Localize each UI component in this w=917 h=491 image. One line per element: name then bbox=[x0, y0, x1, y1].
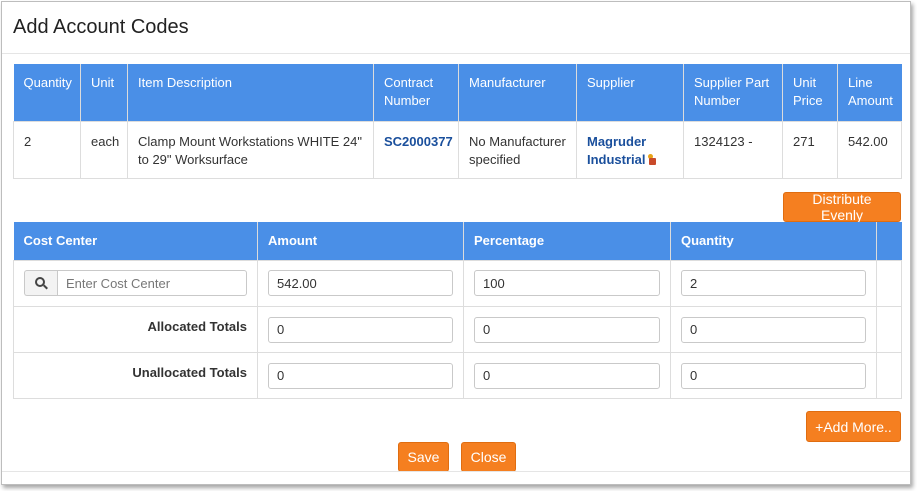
col-amount: Amount bbox=[257, 222, 464, 260]
cell-unit: each bbox=[80, 120, 128, 179]
unallocated-totals-row: Unallocated Totals bbox=[13, 351, 902, 399]
cell-quantity: 2 bbox=[13, 120, 81, 179]
add-more-button[interactable]: +Add More.. bbox=[806, 411, 901, 442]
modal-title: Add Account Codes bbox=[13, 16, 189, 38]
cell-percentage bbox=[463, 259, 671, 307]
search-icon bbox=[34, 276, 48, 290]
contract-number-link[interactable]: SC2000377 bbox=[384, 134, 453, 149]
cell-amount bbox=[257, 259, 464, 307]
col-manufacturer: Manufacturer bbox=[458, 64, 577, 121]
col-supplier: Supplier bbox=[576, 64, 684, 121]
cell-unallocated-quantity bbox=[670, 351, 877, 399]
cell-contract-number: SC2000377 bbox=[373, 120, 459, 179]
save-button[interactable]: Save bbox=[398, 442, 449, 472]
allocated-amount-input[interactable] bbox=[268, 316, 453, 343]
cost-center-table: Cost Center Amount Percentage Quantity E… bbox=[13, 222, 902, 399]
col-contract-number: Contract Number bbox=[373, 64, 459, 121]
col-quantity: Quantity bbox=[670, 222, 877, 260]
cell-empty bbox=[876, 351, 902, 399]
modal-header: Add Account Codes bbox=[2, 2, 910, 54]
cell-unallocated-percentage bbox=[463, 351, 671, 399]
close-button[interactable]: Close bbox=[461, 442, 516, 472]
items-header-row: Quantity Unit Item Description Contract … bbox=[13, 64, 902, 121]
cell-supplier: Magruder Industrial bbox=[576, 120, 684, 179]
cell-cost-center-search bbox=[13, 259, 258, 307]
cell-empty bbox=[876, 305, 902, 353]
footer-divider bbox=[2, 471, 910, 472]
add-account-codes-modal: Add Account Codes Quantity Unit Item Des… bbox=[1, 1, 911, 485]
col-empty bbox=[876, 222, 902, 260]
supplier-link[interactable]: Magruder Industrial bbox=[587, 134, 646, 167]
unallocated-totals-label: Unallocated Totals bbox=[13, 351, 258, 399]
cost-center-header-row: Cost Center Amount Percentage Quantity bbox=[13, 222, 902, 260]
unallocated-quantity-input[interactable] bbox=[681, 362, 866, 389]
cell-unit-price: 271 bbox=[782, 120, 838, 179]
cell-quantity bbox=[670, 259, 877, 307]
cell-unallocated-amount bbox=[257, 351, 464, 399]
allocated-percentage-input[interactable] bbox=[474, 316, 660, 343]
col-quantity: Quantity bbox=[13, 64, 81, 121]
allocated-totals-label: Allocated Totals bbox=[13, 305, 258, 353]
unallocated-amount-input[interactable] bbox=[268, 362, 453, 389]
col-line-amount: Line Amount bbox=[837, 64, 902, 121]
cell-description: Clamp Mount Workstations WHITE 24" to 29… bbox=[127, 120, 374, 179]
cost-center-search bbox=[24, 270, 247, 296]
percentage-input[interactable] bbox=[474, 270, 660, 296]
allocated-quantity-input[interactable] bbox=[681, 316, 866, 343]
table-row: 2 each Clamp Mount Workstations WHITE 24… bbox=[13, 120, 902, 179]
unallocated-percentage-input[interactable] bbox=[474, 362, 660, 389]
search-button[interactable] bbox=[24, 270, 57, 296]
cost-center-entry-row bbox=[13, 259, 902, 307]
cell-empty bbox=[876, 259, 902, 307]
cost-center-input[interactable] bbox=[57, 270, 247, 296]
col-item-description: Item Description bbox=[127, 64, 374, 121]
col-percentage: Percentage bbox=[463, 222, 671, 260]
cell-supplier-part-number: 1324123 - bbox=[683, 120, 783, 179]
col-unit: Unit bbox=[80, 64, 128, 121]
cell-allocated-percentage bbox=[463, 305, 671, 353]
col-cost-center: Cost Center bbox=[13, 222, 258, 260]
cell-manufacturer: No Manufacturer specified bbox=[458, 120, 577, 179]
cell-allocated-amount bbox=[257, 305, 464, 353]
cell-allocated-quantity bbox=[670, 305, 877, 353]
distribute-evenly-button[interactable]: Distribute Evenly bbox=[783, 191, 901, 223]
amount-input[interactable] bbox=[268, 270, 453, 296]
col-supplier-part-number: Supplier Part Number bbox=[683, 64, 783, 121]
supplier-badge-icon bbox=[647, 153, 656, 165]
cell-line-amount: 542.00 bbox=[837, 120, 902, 179]
col-unit-price: Unit Price bbox=[782, 64, 838, 121]
quantity-input[interactable] bbox=[681, 270, 866, 296]
allocated-totals-row: Allocated Totals bbox=[13, 305, 902, 353]
items-table: Quantity Unit Item Description Contract … bbox=[13, 64, 902, 179]
